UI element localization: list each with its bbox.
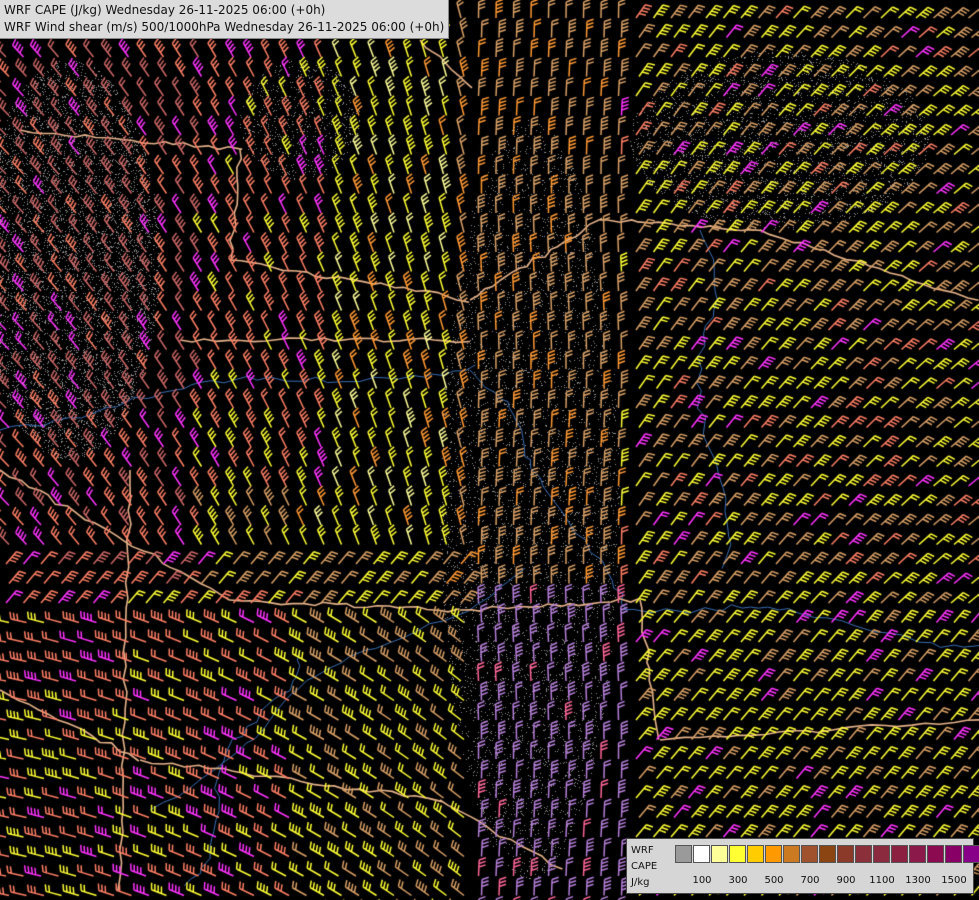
- legend-color-box: [711, 845, 728, 863]
- legend-tick-label: 100: [692, 875, 712, 886]
- legend-tick-label: 900: [836, 875, 856, 886]
- wind-shear-map: [0, 0, 979, 900]
- legend-color-box: [783, 845, 800, 863]
- legend-color-box: [891, 845, 908, 863]
- legend-color-box: [819, 845, 836, 863]
- map-title-box: WRF CAPE (J/kg) Wednesday 26-11-2025 06:…: [0, 0, 450, 39]
- legend-variable-label: CAPE: [631, 861, 658, 872]
- legend-tick-label: 1500: [941, 875, 967, 886]
- legend-unit-label: J/kg: [631, 877, 650, 888]
- legend-color-box: [873, 845, 890, 863]
- legend-color-box: [729, 845, 746, 863]
- legend-color-box: [693, 845, 710, 863]
- legend-tick-label: 300: [728, 875, 748, 886]
- legend-color-box: [945, 845, 962, 863]
- legend-color-box: [837, 845, 854, 863]
- legend-color-box: [675, 845, 692, 863]
- legend-color-box: [747, 845, 764, 863]
- wind-shear-title: WRF Wind shear (m/s) 500/1000hPa Wednesd…: [4, 20, 445, 34]
- legend-color-box: [855, 845, 872, 863]
- legend-tick-label: 1100: [869, 875, 895, 886]
- legend-color-box: [927, 845, 944, 863]
- legend-tick-label: 500: [764, 875, 784, 886]
- legend-color-scale: [675, 845, 979, 863]
- cape-legend: WRF CAPE J/kg 100 300 500 700 900 1100 1300 150…: [626, 838, 979, 894]
- legend-tick-label: 1300: [905, 875, 931, 886]
- cape-title: WRF CAPE (J/kg) Wednesday 26-11-2025 06:…: [4, 3, 326, 17]
- legend-tick-label: 700: [800, 875, 820, 886]
- legend-color-box: [765, 845, 782, 863]
- legend-color-box: [963, 845, 979, 863]
- legend-color-box: [801, 845, 818, 863]
- legend-color-box: [909, 845, 926, 863]
- legend-model-label: WRF: [631, 845, 654, 856]
- legend-tick-row: 100 300 500 700 900 1100 1300 1500: [675, 875, 975, 889]
